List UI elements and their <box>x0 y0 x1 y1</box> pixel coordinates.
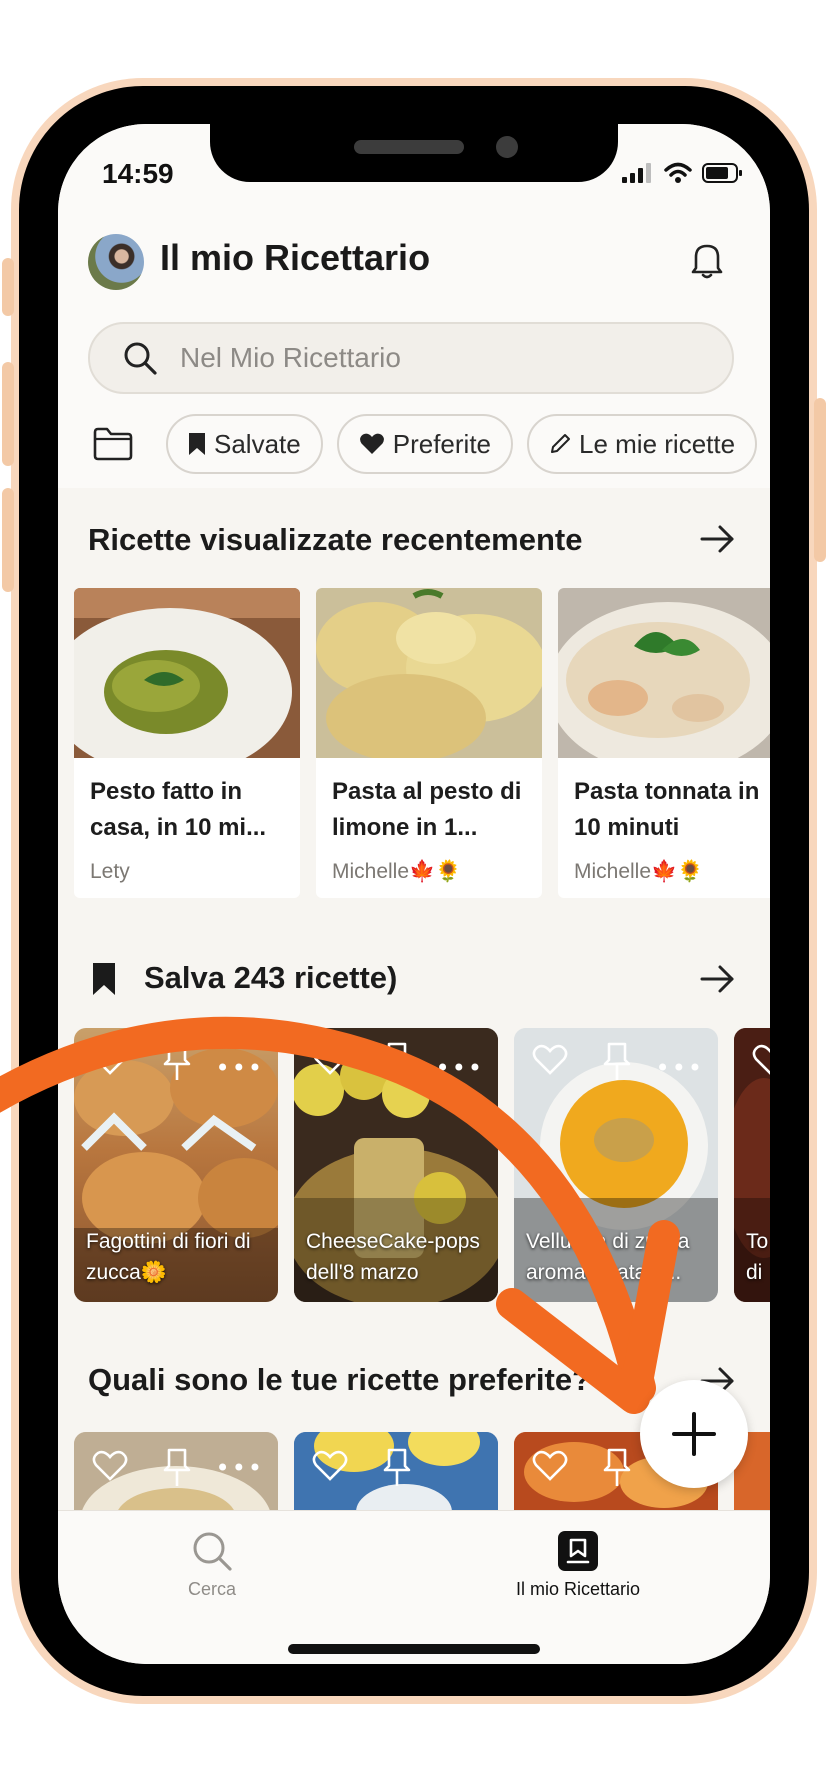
saved-recipe-card[interactable]: To di <box>734 1028 770 1302</box>
more-options-icon[interactable]: ••• <box>656 1054 704 1082</box>
pin-icon[interactable] <box>382 1042 412 1082</box>
recipe-image <box>316 588 542 762</box>
signal-icon <box>622 163 651 183</box>
page-title: Il mio Ricettario <box>160 237 431 278</box>
recent-recipe-card[interactable]: Pasta tonnata in 10 minuti Michelle🍁🌻 <box>558 588 770 898</box>
heart-icon[interactable] <box>752 1044 770 1076</box>
recipe-title: Pesto fatto in casa, in 10 mi... <box>90 778 267 841</box>
recipe-author: Michelle🍁🌻 <box>574 860 704 883</box>
search-placeholder: Nel Mio Ricettario <box>180 342 401 373</box>
heart-icon[interactable] <box>532 1450 568 1482</box>
recent-recipes-row: Pesto fatto in casa, in 10 mi... Lety Pa… <box>74 588 770 898</box>
volume-down-button <box>2 488 14 592</box>
chip-le-mie-ricette[interactable]: Le mie ricette <box>527 414 758 474</box>
recent-recipe-card[interactable]: Pesto fatto in casa, in 10 mi... Lety <box>74 588 300 898</box>
pin-icon[interactable] <box>162 1042 192 1082</box>
favorites-section-title: Quali sono le tue ricette preferite? <box>88 1362 592 1397</box>
favorite-recipe-card[interactable]: ••• <box>74 1432 278 1518</box>
recipe-caption: Fagottini di fiori di zucca🌼 <box>86 1230 251 1284</box>
card-actions: ••• <box>294 1042 498 1084</box>
tab-bar: Cerca Il mio Ricettario <box>58 1510 770 1664</box>
heart-icon[interactable] <box>312 1450 348 1482</box>
tab-cerca[interactable]: Cerca <box>188 1529 236 1600</box>
add-recipe-button[interactable] <box>640 1380 748 1488</box>
chip-le-mie-ricette-label: Le mie ricette <box>579 428 736 459</box>
folder-button[interactable] <box>88 419 138 469</box>
recent-recipe-card[interactable]: Pasta al pesto di limone in 1... Michell… <box>316 588 542 898</box>
search-icon <box>124 342 157 375</box>
status-icons <box>622 162 744 184</box>
chip-salvate[interactable]: Salvate <box>166 414 323 474</box>
status-time: 14:59 <box>102 158 174 189</box>
search-input[interactable]: Nel Mio Ricettario <box>88 322 734 394</box>
more-options-icon[interactable]: ••• <box>436 1054 484 1082</box>
bookmark-icon <box>189 433 205 455</box>
more-options-icon[interactable]: ••• <box>216 1054 264 1082</box>
home-indicator <box>288 1644 540 1654</box>
heart-icon[interactable] <box>532 1044 568 1076</box>
user-avatar[interactable] <box>88 234 144 290</box>
recipe-author: Michelle🍁🌻 <box>332 860 462 883</box>
battery-icon <box>702 163 742 183</box>
pin-icon[interactable] <box>162 1448 192 1488</box>
card-actions: ••• <box>74 1042 278 1084</box>
filter-chips: Salvate Preferite Le mie ricette <box>88 412 770 476</box>
mute-switch <box>2 258 14 316</box>
saved-recipe-card[interactable]: ••• Fagottini di fiori di zucca🌼 <box>74 1028 278 1302</box>
wifi-icon <box>664 162 692 183</box>
speaker <box>354 140 464 154</box>
power-button <box>814 398 826 562</box>
cookbook-icon <box>558 1531 599 1571</box>
pin-icon[interactable] <box>602 1042 632 1082</box>
heart-icon[interactable] <box>312 1044 348 1076</box>
tab-cerca-label: Cerca <box>188 1579 237 1599</box>
pencil-icon <box>551 434 570 453</box>
recipe-caption: CheeseCake-pops dell'8 marzo <box>306 1230 480 1284</box>
bell-icon[interactable] <box>690 240 724 280</box>
recent-arrow-icon[interactable] <box>700 524 736 554</box>
saved-recipes-row: ••• Fagottini di fiori di zucca🌼 ••• Che… <box>74 1028 770 1302</box>
pin-icon[interactable] <box>602 1448 632 1488</box>
recipe-title: Pasta tonnata in 10 minuti <box>574 778 760 841</box>
notch <box>210 124 618 182</box>
saved-recipe-card[interactable]: ••• CheeseCake-pops dell'8 marzo <box>294 1028 498 1302</box>
saved-section-title: Salva 243 ricette) <box>144 960 398 995</box>
saved-recipe-card[interactable]: ••• Vellutata di zucca aromatizzata a... <box>514 1028 718 1302</box>
tab-il-mio-ricettario-label: Il mio Ricettario <box>516 1579 641 1599</box>
favorite-recipe-card[interactable] <box>294 1432 498 1518</box>
card-actions <box>734 1044 770 1084</box>
folder-icon <box>93 427 133 461</box>
front-camera <box>496 136 518 158</box>
tab-il-mio-ricettario[interactable]: Il mio Ricettario <box>516 1529 640 1600</box>
recipe-caption: Vellutata di zucca aromatizzata a... <box>526 1230 690 1284</box>
chip-preferite-label: Preferite <box>392 428 491 459</box>
recipe-author: Lety <box>90 860 130 883</box>
more-options-icon[interactable]: ••• <box>216 1454 264 1482</box>
recent-section-title: Ricette visualizzate recentemente <box>88 522 583 557</box>
heart-icon[interactable] <box>92 1044 128 1076</box>
recipe-image <box>74 588 300 776</box>
pin-icon[interactable] <box>382 1448 412 1488</box>
heart-icon[interactable] <box>92 1450 128 1482</box>
search-icon <box>193 1532 232 1571</box>
recipe-image <box>558 588 770 774</box>
bookmark-icon <box>93 963 115 995</box>
recipe-caption: To di <box>746 1230 769 1284</box>
plus-icon <box>672 1412 716 1456</box>
heart-icon <box>359 433 384 454</box>
chip-salvate-label: Salvate <box>214 428 301 459</box>
saved-arrow-icon[interactable] <box>700 964 736 994</box>
volume-up-button <box>2 362 14 466</box>
recipe-title: Pasta al pesto di limone in 1... <box>332 778 522 841</box>
card-actions: ••• <box>514 1042 718 1084</box>
chip-preferite[interactable]: Preferite <box>336 414 513 474</box>
